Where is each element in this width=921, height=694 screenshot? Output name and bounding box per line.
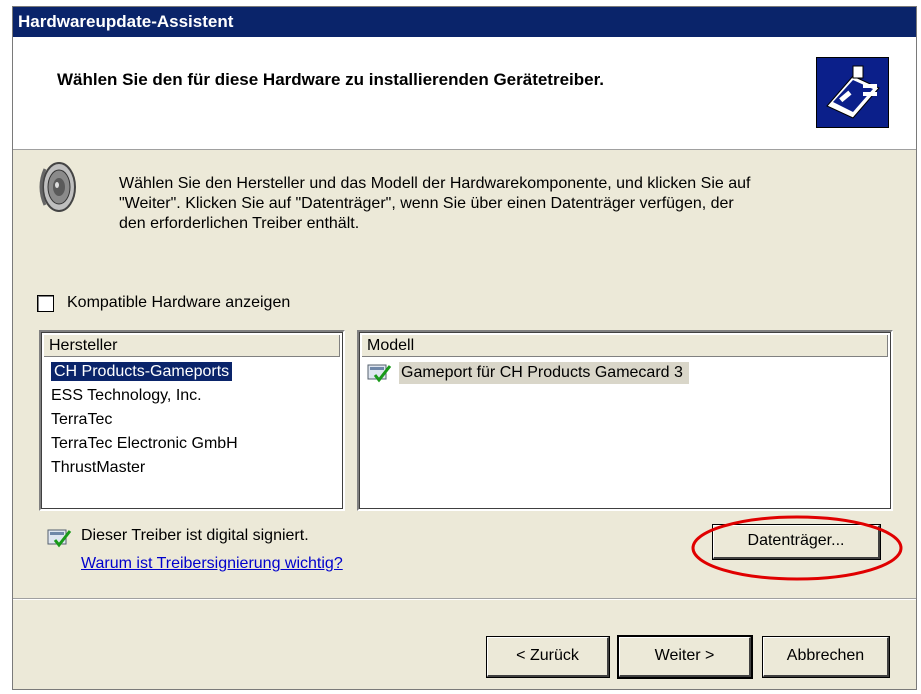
manufacturer-item[interactable]: CH Products-Gameports xyxy=(49,360,238,384)
manufacturer-list[interactable]: Hersteller CH Products-Gameports ESS Tec… xyxy=(39,330,345,511)
hardware-card-icon xyxy=(816,57,889,128)
speaker-icon xyxy=(33,159,81,220)
instruction-line: Wählen Sie den Hersteller und das Modell… xyxy=(119,175,751,192)
wizard-header: Wählen Sie den für diese Hardware zu ins… xyxy=(13,37,916,150)
manufacturer-item[interactable]: ESS Technology, Inc. xyxy=(51,384,238,408)
header-title: Wählen Sie den für diese Hardware zu ins… xyxy=(57,70,605,89)
back-button[interactable]: < Zurück xyxy=(486,636,610,678)
red-highlight-ellipse xyxy=(689,513,905,588)
manufacturer-item[interactable]: TerraTec xyxy=(51,408,238,432)
model-item[interactable]: Gameport für CH Products Gamecard 3 xyxy=(367,362,689,384)
compatible-hardware-label[interactable]: Kompatible Hardware anzeigen xyxy=(67,294,290,312)
signature-status-text: Dieser Treiber ist digital signiert. xyxy=(81,527,309,544)
manufacturer-item[interactable]: ThrustMaster xyxy=(51,456,238,480)
next-button[interactable]: Weiter > xyxy=(617,635,753,679)
instruction-line: den erforderlichen Treiber enthält. xyxy=(119,215,360,232)
signed-driver-icon xyxy=(367,364,393,388)
window-title: Hardwareupdate-Assistent xyxy=(18,12,234,31)
digital-signature-icon xyxy=(47,527,73,554)
signature-info-link[interactable]: Warum ist Treibersignierung wichtig? xyxy=(81,555,343,573)
model-item-label: Gameport für CH Products Gamecard 3 xyxy=(399,362,689,384)
instruction-line: "Weiter". Klicken Sie auf "Datenträger",… xyxy=(119,195,734,212)
title-bar[interactable]: Hardwareupdate-Assistent xyxy=(13,7,916,37)
cancel-button[interactable]: Abbrechen xyxy=(762,636,890,678)
instruction-text: Wählen Sie den Hersteller und das Modell… xyxy=(119,174,889,234)
footer-separator xyxy=(13,598,916,600)
manufacturer-item[interactable]: TerraTec Electronic GmbH xyxy=(51,432,238,456)
model-list[interactable]: Modell Gameport für CH Products Gamecard… xyxy=(357,330,893,511)
model-column-header[interactable]: Modell xyxy=(362,335,888,357)
wizard-window: Hardwareupdate-Assistent Wählen Sie den … xyxy=(12,6,917,690)
manufacturer-column-header[interactable]: Hersteller xyxy=(44,335,340,357)
compatible-hardware-checkbox[interactable] xyxy=(37,295,54,312)
